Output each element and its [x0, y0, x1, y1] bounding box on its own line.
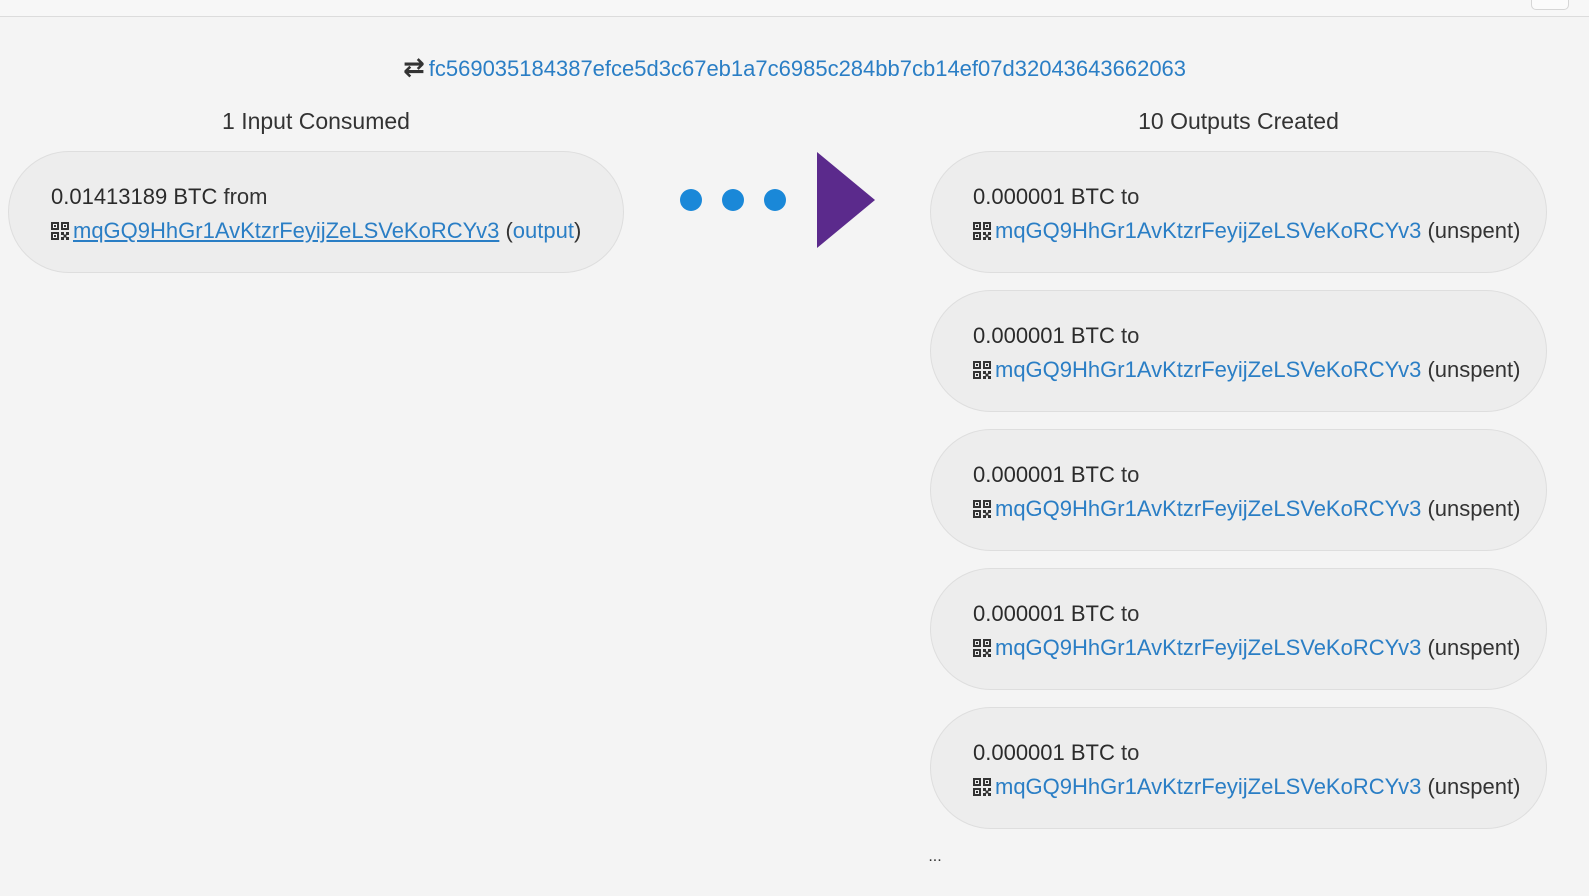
qr-code-icon[interactable]: [973, 778, 991, 796]
output-amount: 0.000001 BTC: [973, 740, 1115, 765]
output-address-link[interactable]: mqGQ9HhGr1AvKtzrFeyijZeLSVeKoRCYv3: [995, 218, 1421, 243]
input-amount-line: 0.01413189 BTC from: [51, 180, 623, 214]
output-status: (unspent): [1427, 218, 1521, 243]
input-status-close: ): [573, 218, 582, 243]
output-address-link[interactable]: mqGQ9HhGr1AvKtzrFeyijZeLSVeKoRCYv3: [995, 774, 1421, 799]
more-outputs-indicator[interactable]: ...: [920, 848, 950, 866]
output-amount: 0.000001 BTC: [973, 462, 1115, 487]
qr-code-icon[interactable]: [973, 222, 991, 240]
qr-code-icon[interactable]: [973, 639, 991, 657]
output-connector: to: [1121, 601, 1140, 626]
output-item: 0.000001 BTC to mqGQ9HhGr1AvKtzrFeyijZeL…: [930, 151, 1547, 273]
output-address-link[interactable]: mqGQ9HhGr1AvKtzrFeyijZeLSVeKoRCYv3: [995, 496, 1421, 521]
output-status: (unspent): [1427, 635, 1521, 660]
flow-dot: [764, 189, 786, 211]
transaction-id-row: ⇄ fc569035184387efce5d3c67eb1a7c6985c284b…: [0, 50, 1589, 87]
output-item: 0.000001 BTC to mqGQ9HhGr1AvKtzrFeyijZeL…: [930, 568, 1547, 690]
input-address-line: mqGQ9HhGr1AvKtzrFeyijZeLSVeKoRCYv3 (outp…: [51, 214, 623, 248]
output-address-link[interactable]: mqGQ9HhGr1AvKtzrFeyijZeLSVeKoRCYv3: [995, 357, 1421, 382]
qr-code-icon[interactable]: [973, 500, 991, 518]
output-connector: to: [1121, 740, 1140, 765]
output-connector: to: [1121, 184, 1140, 209]
flow-dot: [680, 189, 702, 211]
flow-dot: [722, 189, 744, 211]
output-amount: 0.000001 BTC: [973, 184, 1115, 209]
top-bar-button[interactable]: [1531, 0, 1569, 10]
qr-code-icon[interactable]: [51, 222, 69, 240]
output-connector: to: [1121, 462, 1140, 487]
output-item: 0.000001 BTC to mqGQ9HhGr1AvKtzrFeyijZeL…: [930, 707, 1547, 829]
flow-arrow: [670, 150, 890, 250]
transaction-id-link[interactable]: fc569035184387efce5d3c67eb1a7c6985c284bb…: [429, 56, 1186, 81]
swap-arrows-icon: ⇄: [402, 52, 425, 83]
input-connector: from: [223, 184, 268, 209]
inputs-heading: 1 Input Consumed: [222, 108, 410, 134]
input-output-link[interactable]: output: [513, 218, 574, 243]
top-bar: [0, 0, 1589, 17]
arrow-head-icon: [817, 152, 875, 248]
output-connector: to: [1121, 323, 1140, 348]
output-status: (unspent): [1427, 774, 1521, 799]
input-status-open: (: [505, 218, 513, 243]
output-item: 0.000001 BTC to mqGQ9HhGr1AvKtzrFeyijZeL…: [930, 290, 1547, 412]
output-address-link[interactable]: mqGQ9HhGr1AvKtzrFeyijZeLSVeKoRCYv3: [995, 635, 1421, 660]
input-address-link[interactable]: mqGQ9HhGr1AvKtzrFeyijZeLSVeKoRCYv3: [73, 218, 499, 243]
output-status: (unspent): [1427, 357, 1521, 382]
input-amount: 0.01413189 BTC: [51, 184, 218, 209]
qr-code-icon[interactable]: [973, 361, 991, 379]
outputs-heading: 10 Outputs Created: [1138, 108, 1339, 134]
output-amount: 0.000001 BTC: [973, 323, 1115, 348]
output-amount: 0.000001 BTC: [973, 601, 1115, 626]
input-item: 0.01413189 BTC from mqGQ9HhGr1AvKtzrFeyi…: [8, 151, 624, 273]
output-item: 0.000001 BTC to mqGQ9HhGr1AvKtzrFeyijZeL…: [930, 429, 1547, 551]
output-status: (unspent): [1427, 496, 1521, 521]
